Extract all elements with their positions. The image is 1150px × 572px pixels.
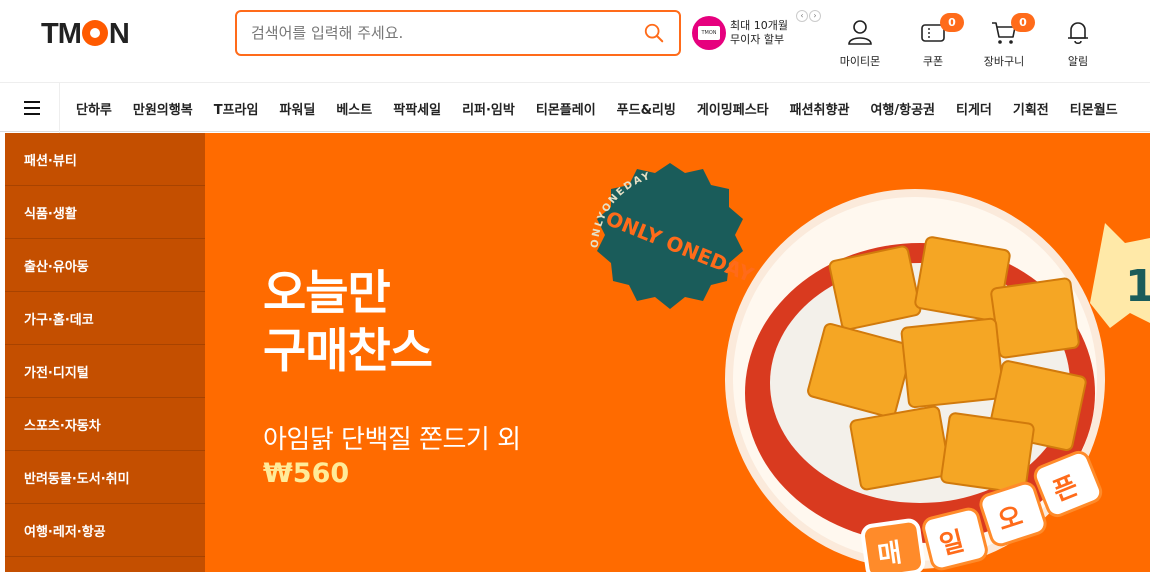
mytmon-button[interactable]: 마이티몬 [830,17,890,69]
user-icon [848,20,872,45]
hamburger-icon[interactable] [24,101,40,115]
category-item[interactable]: 출산·유아동 [5,239,205,292]
nav-item[interactable]: 기획전 [1013,99,1049,118]
header: TM N TMON 최대 10개월 무이자 할부 ‹ › 마이티몬 0 [0,0,1150,82]
notification-label: 알림 [1067,55,1089,68]
installment-promo[interactable]: TMON 최대 10개월 무이자 할부 ‹ › [692,10,821,50]
cart-button[interactable]: 0 장바구니 [974,13,1035,69]
coupon-label: 쿠폰 [922,55,944,68]
nav-item[interactable]: 게이밍페스타 [697,99,769,118]
promo-text: 최대 10개월 무이자 할부 [730,19,788,47]
prev-arrow-icon[interactable]: ‹ [796,10,808,22]
category-item[interactable]: 반려동물·도서·취미 [5,451,205,504]
nav-item[interactable]: T프라임 [214,99,259,118]
next-arrow-icon[interactable]: › [809,10,821,22]
nav-item[interactable]: 티몬월드 [1070,99,1118,118]
logo-text-n: N [108,18,130,50]
nav-item[interactable]: 여행/항공권 [870,99,935,118]
search-box[interactable] [235,10,681,56]
hero-title: 오늘만 구매찬스 [263,265,433,381]
hero-price: ₩560 [263,458,350,489]
category-sidebar: 패션·뷰티 식품·생활 출산·유아동 가구·홈·데코 가전·디지털 스포츠·자동… [5,133,205,572]
card-icon: TMON [692,16,726,50]
bell-icon [1068,22,1088,45]
cart-badge: 0 [1011,13,1035,32]
nav-item[interactable]: 푸드&리빙 [617,99,676,118]
category-item[interactable]: 가전·디지털 [5,345,205,398]
category-item[interactable]: 식품·생활 [5,186,205,239]
nav-items: 단하루 만원의행복 T프라임 파워딜 베스트 팍팍세일 리퍼·임박 티몬플레이 … [76,83,1118,133]
search-icon[interactable] [643,22,665,44]
logo-o-mark [81,20,108,46]
coupon-button[interactable]: 0 쿠폰 [903,13,964,69]
nav-item[interactable]: 베스트 [336,99,372,118]
category-item[interactable]: 가구·홈·데코 [5,292,205,345]
promo-arrows: ‹ › [796,10,821,22]
cart-label: 장바구니 [983,55,1025,68]
logo-text-tm: TM [41,18,82,50]
hero-banner[interactable]: 오늘만 구매찬스 아임닭 단백질 쫀드기 외 ₩560 ONLYONEDAY O… [205,133,1150,572]
nav-item[interactable]: 티몬플레이 [536,99,596,118]
hero-title-line1: 오늘만 [263,266,391,321]
daily-open-char: 매 [876,538,904,571]
coupon-badge: 0 [940,13,964,32]
card-label: TMON [698,26,720,40]
hero-subtitle: 아임닭 단백질 쫀드기 외 [263,425,521,455]
notification-button[interactable]: 알림 [1048,17,1108,69]
hero-title-line2: 구매찬스 [263,324,433,379]
nav-item[interactable]: 패션취향관 [790,99,850,118]
nav-divider [59,83,60,133]
promo-line1: 최대 10개월 [730,19,788,32]
category-item[interactable]: 패션·뷰티 [5,133,205,186]
day-tag-number: 1 [1125,261,1150,312]
tmon-logo[interactable]: TM N [41,18,130,51]
only-oneday-badge: ONLYONEDAY ONLY ONEDAY [590,163,757,309]
promo-line2: 무이자 할부 [730,33,785,46]
search-input[interactable] [251,24,643,42]
category-item[interactable]: 여행·레저·항공 [5,504,205,557]
hero-product-image: ONLYONEDAY ONLY ONEDAY 1 매 일 오 픈 [590,163,1150,572]
nav-item[interactable]: 티게더 [956,99,992,118]
day-tag: 1 [1090,223,1150,328]
nav-item[interactable]: 리퍼·임박 [462,99,515,118]
category-item[interactable]: 스포츠·자동차 [5,398,205,451]
nav-item[interactable]: 팍팍세일 [393,99,441,118]
main-nav: 단하루 만원의행복 T프라임 파워딜 베스트 팍팍세일 리퍼·임박 티몬플레이 … [0,82,1150,133]
mytmon-label: 마이티몬 [839,55,881,68]
nav-item[interactable]: 단하루 [76,99,112,118]
nav-item[interactable]: 파워딜 [279,99,315,118]
nav-item[interactable]: 만원의행복 [133,99,193,118]
